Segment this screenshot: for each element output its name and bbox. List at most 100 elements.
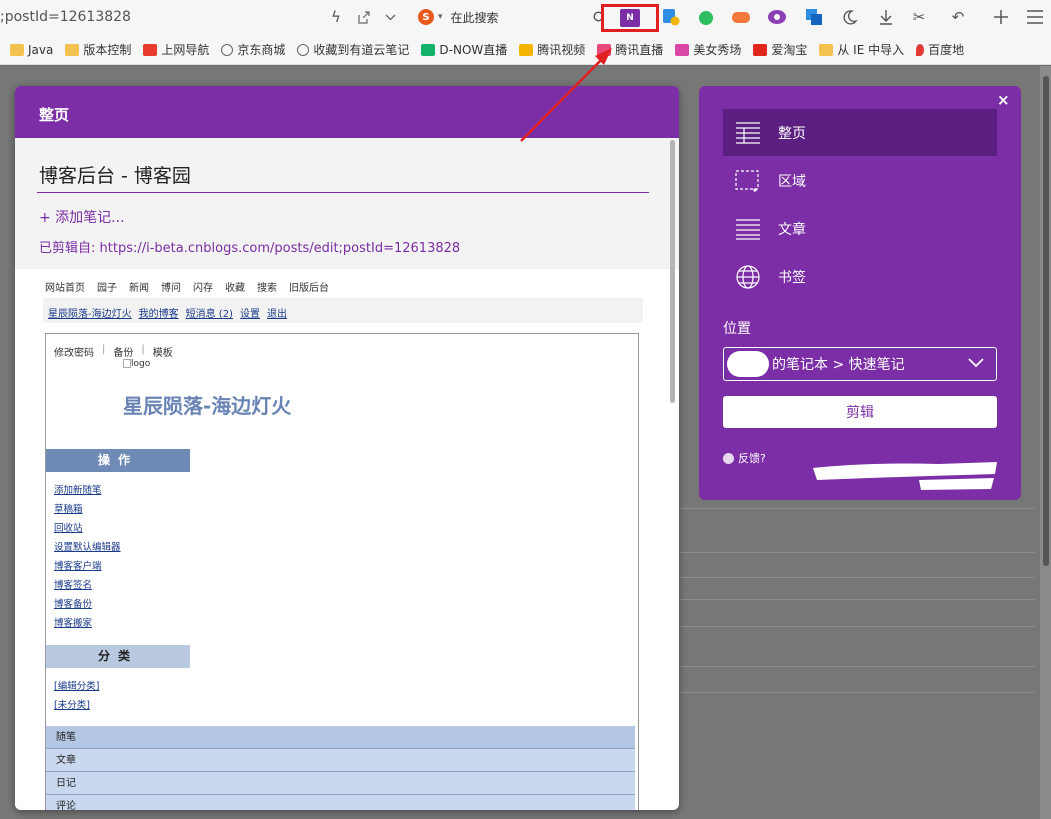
bookmark-tencent-live[interactable]: 腾讯直播 bbox=[597, 41, 663, 58]
background-divider bbox=[680, 508, 1035, 509]
user-nav-link: 设置 bbox=[239, 309, 260, 320]
location-label: 位置 bbox=[723, 321, 751, 337]
source-url[interactable]: 已剪辑自: https://i-beta.cnblogs.com/posts/e… bbox=[39, 237, 460, 256]
map-pin-icon bbox=[916, 43, 925, 56]
bookmark-tencent-video[interactable]: 腾讯视频 bbox=[519, 41, 585, 58]
download-manager-icon[interactable] bbox=[660, 6, 682, 28]
content-type-table: 随笔 文章 日记 评论 bbox=[46, 726, 635, 810]
table-row: 随笔 bbox=[46, 726, 635, 749]
game-icon[interactable] bbox=[730, 6, 752, 28]
smiley-icon bbox=[723, 452, 734, 464]
page-scrollbar-thumb[interactable] bbox=[1043, 76, 1049, 566]
clip-preview-dialog: 整页 博客后台 - 博客园 + 添加笔记... 已剪辑自: https://i-… bbox=[15, 86, 679, 810]
taobao-icon bbox=[753, 43, 768, 56]
location-select[interactable]: 的笔记本 > 快速笔记 bbox=[723, 347, 997, 381]
bookmark-youdao[interactable]: 收藏到有道云笔记 bbox=[297, 41, 409, 58]
address-bar-url[interactable]: ;postId=12613828 bbox=[0, 9, 131, 25]
title-underline bbox=[37, 192, 649, 193]
bookmarks-bar: Java 版本控制 上网导航 京东商城 收藏到有道云笔记 D-NOW直播 腾讯视… bbox=[0, 35, 1051, 65]
operation-link: 博客客户端 bbox=[54, 561, 102, 572]
add-note-link[interactable]: + 添加笔记... bbox=[39, 207, 125, 227]
bookmark-dnow[interactable]: D-NOW直播 bbox=[421, 41, 507, 58]
onenote-icon: N bbox=[620, 9, 640, 27]
folder-icon bbox=[65, 43, 80, 56]
user-nav-link: 星辰陨落-海边灯火 bbox=[48, 309, 132, 320]
mode-article[interactable]: 文章 bbox=[723, 205, 997, 252]
lightning-icon[interactable]: ϟ bbox=[325, 6, 347, 28]
nav-link: 收藏 bbox=[225, 283, 245, 294]
article-icon bbox=[734, 215, 762, 243]
chevron-down-icon[interactable] bbox=[379, 6, 401, 28]
plus-icon[interactable] bbox=[990, 6, 1012, 28]
browser-toolbar: ;postId=12613828 ϟ S ▾ 在此搜索 N ✂ ↶ bbox=[0, 0, 1051, 35]
translate-icon[interactable] bbox=[803, 6, 825, 28]
close-icon[interactable]: × bbox=[997, 91, 1010, 109]
download-icon[interactable] bbox=[875, 6, 897, 28]
search-box[interactable]: S ▾ 在此搜索 bbox=[418, 6, 499, 28]
tool-separator: | bbox=[141, 344, 145, 355]
folder-icon bbox=[819, 43, 834, 56]
nav-link: 闪存 bbox=[193, 283, 213, 294]
blog-name: 星辰陨落-海边灯火 bbox=[123, 394, 292, 418]
operation-link: 设置默认编辑器 bbox=[54, 542, 121, 553]
nav-link: 新闻 bbox=[129, 283, 149, 294]
nav-link: 搜索 bbox=[257, 283, 277, 294]
mode-bookmark[interactable]: 书签 bbox=[723, 253, 997, 300]
clip-button[interactable]: 剪辑 bbox=[723, 396, 997, 428]
bookmark-taobao[interactable]: 爱淘宝 bbox=[753, 41, 807, 58]
video-icon bbox=[519, 43, 534, 56]
operations-heading: 操作 bbox=[46, 449, 190, 472]
clip-title-input[interactable]: 博客后台 - 博客园 bbox=[39, 161, 191, 188]
operation-link: 回收站 bbox=[54, 523, 83, 534]
operation-link: 博客签名 bbox=[54, 580, 93, 591]
redacted-name bbox=[727, 351, 769, 377]
category-list: [编辑分类] [未分类] bbox=[54, 677, 99, 715]
undo-icon[interactable]: ↶ bbox=[947, 6, 969, 28]
background-divider bbox=[680, 577, 1035, 578]
folder-icon bbox=[10, 43, 24, 56]
evernote-icon[interactable] bbox=[695, 6, 717, 28]
bookmark-version-control[interactable]: 版本控制 bbox=[65, 41, 131, 58]
bookmark-show[interactable]: 美女秀场 bbox=[675, 41, 741, 58]
operation-link: 博客备份 bbox=[54, 599, 93, 610]
category-heading: 分类 bbox=[46, 645, 190, 668]
clip-info-section: 博客后台 - 博客园 + 添加笔记... 已剪辑自: https://i-bet… bbox=[15, 138, 679, 269]
show-icon bbox=[675, 43, 690, 56]
table-row: 评论 bbox=[46, 795, 635, 810]
background-divider bbox=[680, 599, 1035, 600]
user-nav: 星辰陨落-海边灯火 我的博客 短消息 (2) 设置 退出 bbox=[48, 305, 287, 320]
mode-region[interactable]: 区域 bbox=[723, 157, 997, 204]
hao-icon bbox=[143, 43, 158, 56]
share-icon[interactable] bbox=[352, 6, 374, 28]
dnow-icon bbox=[421, 43, 436, 56]
background-divider bbox=[680, 552, 1035, 553]
sogou-search-logo-icon[interactable]: S bbox=[418, 9, 434, 25]
bookmark-java[interactable]: Java bbox=[10, 43, 53, 57]
caret-down-icon[interactable]: ▾ bbox=[438, 12, 443, 22]
night-mode-icon[interactable] bbox=[839, 6, 861, 28]
onenote-clipper-button[interactable]: N bbox=[601, 4, 659, 32]
scissors-icon[interactable]: ✂ bbox=[908, 6, 930, 28]
location-value: 的笔记本 > 快速笔记 bbox=[772, 357, 905, 373]
blog-logo-image: logo bbox=[123, 359, 150, 369]
bookmark-jd[interactable]: 京东商城 bbox=[221, 41, 285, 58]
operation-link: 草稿箱 bbox=[54, 504, 83, 515]
onenote-clipper-panel: × 整页 区域 文章 书签 位置 的笔记本 > 快速笔记 剪辑 反馈? bbox=[699, 86, 1021, 500]
background-divider bbox=[680, 692, 1035, 693]
tool-link: 模板 bbox=[152, 348, 173, 359]
menu-icon[interactable] bbox=[1024, 6, 1046, 28]
globe-icon bbox=[734, 263, 762, 291]
feedback-link[interactable]: 反馈? bbox=[723, 450, 766, 466]
globe-icon bbox=[297, 43, 310, 56]
site-nav: 网站首页 园子 新闻 博问 闪存 收藏 搜索 旧版后台 bbox=[45, 279, 645, 297]
bookmark-hao-nav[interactable]: 上网导航 bbox=[143, 41, 209, 58]
nav-link: 园子 bbox=[97, 283, 117, 294]
preview-scrollbar[interactable] bbox=[670, 140, 675, 403]
search-placeholder[interactable]: 在此搜索 bbox=[451, 9, 499, 26]
category-link: [编辑分类] bbox=[54, 681, 100, 692]
bookmark-baidu-map[interactable]: 百度地 bbox=[916, 41, 964, 58]
broken-image-icon bbox=[123, 359, 131, 368]
chat-icon[interactable] bbox=[766, 6, 788, 28]
mode-full-page[interactable]: 整页 bbox=[723, 109, 997, 156]
bookmark-ie-import[interactable]: 从 IE 中导入 bbox=[819, 41, 904, 58]
